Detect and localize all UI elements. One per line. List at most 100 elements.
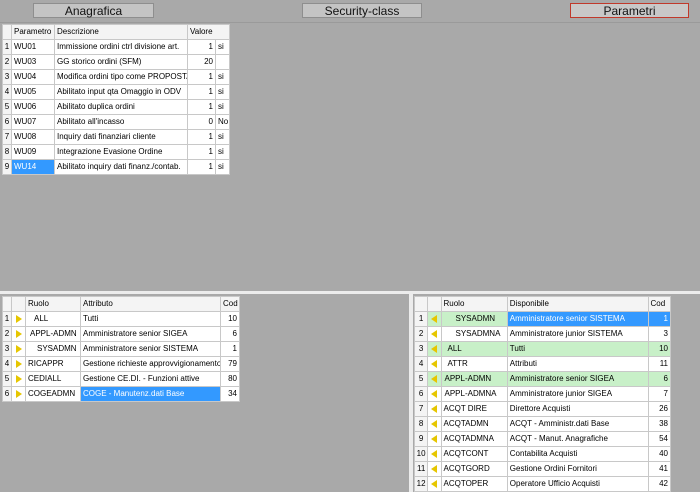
param-value[interactable]: 1 [187,84,216,100]
param-code[interactable]: WU05 [11,84,55,100]
tab-anagrafica[interactable]: Anagrafica [33,3,154,18]
table-row[interactable]: 2 SYSADMNA Amministratore junior SISTEMA 3 [413,326,672,342]
table-row[interactable]: 5 CEDIALL Gestione CE.DI. - Funzioni attiv… [2,371,240,387]
table-row-assigned[interactable]: 3 ALL Tutti 10 [413,341,672,357]
role-code[interactable]: SYSADMN [440,311,508,327]
role-code[interactable]: ACQTADMNA [440,431,508,447]
param-code[interactable]: WU08 [11,129,55,145]
role-attribute[interactable]: COGE - Manutenz.dati Base [80,386,221,402]
table-row[interactable]: 1 WU01 Immissione ordini ctrl divisione ar… [2,39,230,55]
move-left-arrow-icon[interactable] [427,356,442,372]
param-value[interactable]: 1 [187,159,216,175]
header-cod[interactable]: Cod [220,296,240,312]
role-available[interactable]: Gestione Ordini Fornitori [506,461,649,477]
tab-security-class[interactable]: Security-class [302,3,422,18]
move-left-arrow-icon[interactable] [427,326,442,342]
table-row-selected[interactable]: 6 COGEADMN COGE - Manutenz.dati Base 34 [2,386,240,402]
table-row[interactable]: 9 ACQTADMNA ACQT - Manut. Anagrafiche 54 [413,431,672,447]
move-left-arrow-icon[interactable] [427,461,442,477]
role-code[interactable]: ALL [440,341,508,357]
param-code[interactable]: WU01 [11,39,55,55]
role-attribute[interactable]: Gestione CE.DI. - Funzioni attive [80,371,221,387]
header-descrizione[interactable]: Descrizione [54,24,188,40]
table-row[interactable]: 6 APPL-ADMNA Amministratore junior SIGEA 7 [413,386,672,402]
move-left-arrow-icon[interactable] [427,386,442,402]
header-parametro[interactable]: Parametro [11,24,55,40]
role-code[interactable]: SYSADMNA [440,326,508,342]
move-left-arrow-icon[interactable] [427,416,442,432]
role-available[interactable]: Operatore Ufficio Acquisti [506,476,649,492]
param-desc[interactable]: Immissione ordini ctrl divisione art. [54,39,188,55]
table-row-selected[interactable]: 9 WU14 Abilitato inquiry dati finanz./cont… [2,159,230,175]
move-left-arrow-icon[interactable] [427,401,442,417]
table-row[interactable]: 8 ACQTADMN ACQT - Amministr.dati Base 38 [413,416,672,432]
header-valore[interactable]: Valore [187,24,230,40]
param-value[interactable]: 0 [187,114,216,130]
table-row[interactable]: 3 SYSADMN Amministratore senior SISTEMA 1 [2,341,240,357]
param-value[interactable]: 1 [187,99,216,115]
role-available[interactable]: ACQT - Amministr.dati Base [506,416,649,432]
param-desc[interactable]: Integrazione Evasione Ordine [54,144,188,160]
table-row[interactable]: 4 ATTR Attributi 11 [413,356,672,372]
param-code[interactable]: WU09 [11,144,55,160]
table-row-assigned[interactable]: 5 APPL-ADMN Amministratore senior SIGEA 6 [413,371,672,387]
role-code[interactable]: ACQTOPER [440,476,508,492]
param-value[interactable]: 20 [187,54,216,70]
table-row[interactable]: 7 ACQT DIRE Direttore Acquisti 26 [413,401,672,417]
param-code[interactable]: WU07 [11,114,55,130]
table-row[interactable]: 7 WU08 Inquiry dati finanziari cliente 1 si [2,129,230,145]
role-available[interactable]: Amministratore junior SIGEA [506,386,649,402]
horizontal-splitter[interactable] [0,291,700,294]
move-left-arrow-icon[interactable] [427,446,442,462]
header-disponibile[interactable]: Disponibile [506,296,649,312]
header-ruolo[interactable]: Ruolo [440,296,508,312]
move-right-arrow-icon[interactable] [11,356,26,372]
param-value[interactable]: 1 [187,69,216,85]
param-code[interactable]: WU04 [11,69,55,85]
move-right-arrow-icon[interactable] [11,326,26,342]
role-code[interactable]: COGEADMN [25,386,81,402]
vertical-splitter[interactable] [409,294,413,492]
role-available[interactable]: Amministratore junior SISTEMA [506,326,649,342]
table-row[interactable]: 5 WU06 Abilitato duplica ordini 1 si [2,99,230,115]
move-left-arrow-icon[interactable] [427,476,442,492]
role-code[interactable]: RICAPPR [25,356,81,372]
param-desc[interactable]: Abilitato duplica ordini [54,99,188,115]
param-value[interactable]: 1 [187,129,216,145]
header-attributo[interactable]: Attributo [80,296,221,312]
role-code[interactable]: SYSADMN [25,341,81,357]
table-row[interactable]: 3 WU04 Modifica ordini tipo come PROPOSTA 1… [2,69,230,85]
tab-parametri[interactable]: Parametri [570,3,689,18]
param-desc[interactable]: Abilitato all'incasso [54,114,188,130]
table-row[interactable]: 10 ACQTCONT Contabilita Acquisti 40 [413,446,672,462]
role-code[interactable]: ACQTCONT [440,446,508,462]
role-code[interactable]: APPL-ADMNA [440,386,508,402]
move-left-arrow-icon[interactable] [427,341,442,357]
role-attribute[interactable]: Tutti [80,311,221,327]
header-ruolo[interactable]: Ruolo [25,296,81,312]
move-left-arrow-icon[interactable] [427,371,442,387]
param-code[interactable]: WU14 [11,159,55,175]
param-desc[interactable]: Abilitato inquiry dati finanz./contab. [54,159,188,175]
param-code[interactable]: WU03 [11,54,55,70]
param-desc[interactable]: Modifica ordini tipo come PROPOSTA [54,69,188,85]
role-attribute[interactable]: Gestione richieste approvvigionamento [80,356,221,372]
move-right-arrow-icon[interactable] [11,311,26,327]
role-attribute[interactable]: Amministratore senior SISTEMA [80,341,221,357]
role-available[interactable]: ACQT - Manut. Anagrafiche [506,431,649,447]
role-available[interactable]: Attributi [506,356,649,372]
role-code[interactable]: ACQTADMN [440,416,508,432]
param-desc[interactable]: Inquiry dati finanziari cliente [54,129,188,145]
role-code[interactable]: APPL-ADMN [25,326,81,342]
role-code[interactable]: ACQTGORD [440,461,508,477]
role-code[interactable]: ACQT DIRE [440,401,508,417]
move-left-arrow-icon[interactable] [427,311,442,327]
role-available[interactable]: Amministratore senior SISTEMA [506,311,649,327]
role-code[interactable]: ALL [25,311,81,327]
param-code[interactable]: WU06 [11,99,55,115]
role-code[interactable]: CEDIALL [25,371,81,387]
table-row[interactable]: 11 ACQTGORD Gestione Ordini Fornitori 41 [413,461,672,477]
move-left-arrow-icon[interactable] [427,431,442,447]
move-right-arrow-icon[interactable] [11,386,26,402]
table-row[interactable]: 2 WU03 GG storico ordini (SFM) 20 [2,54,230,70]
